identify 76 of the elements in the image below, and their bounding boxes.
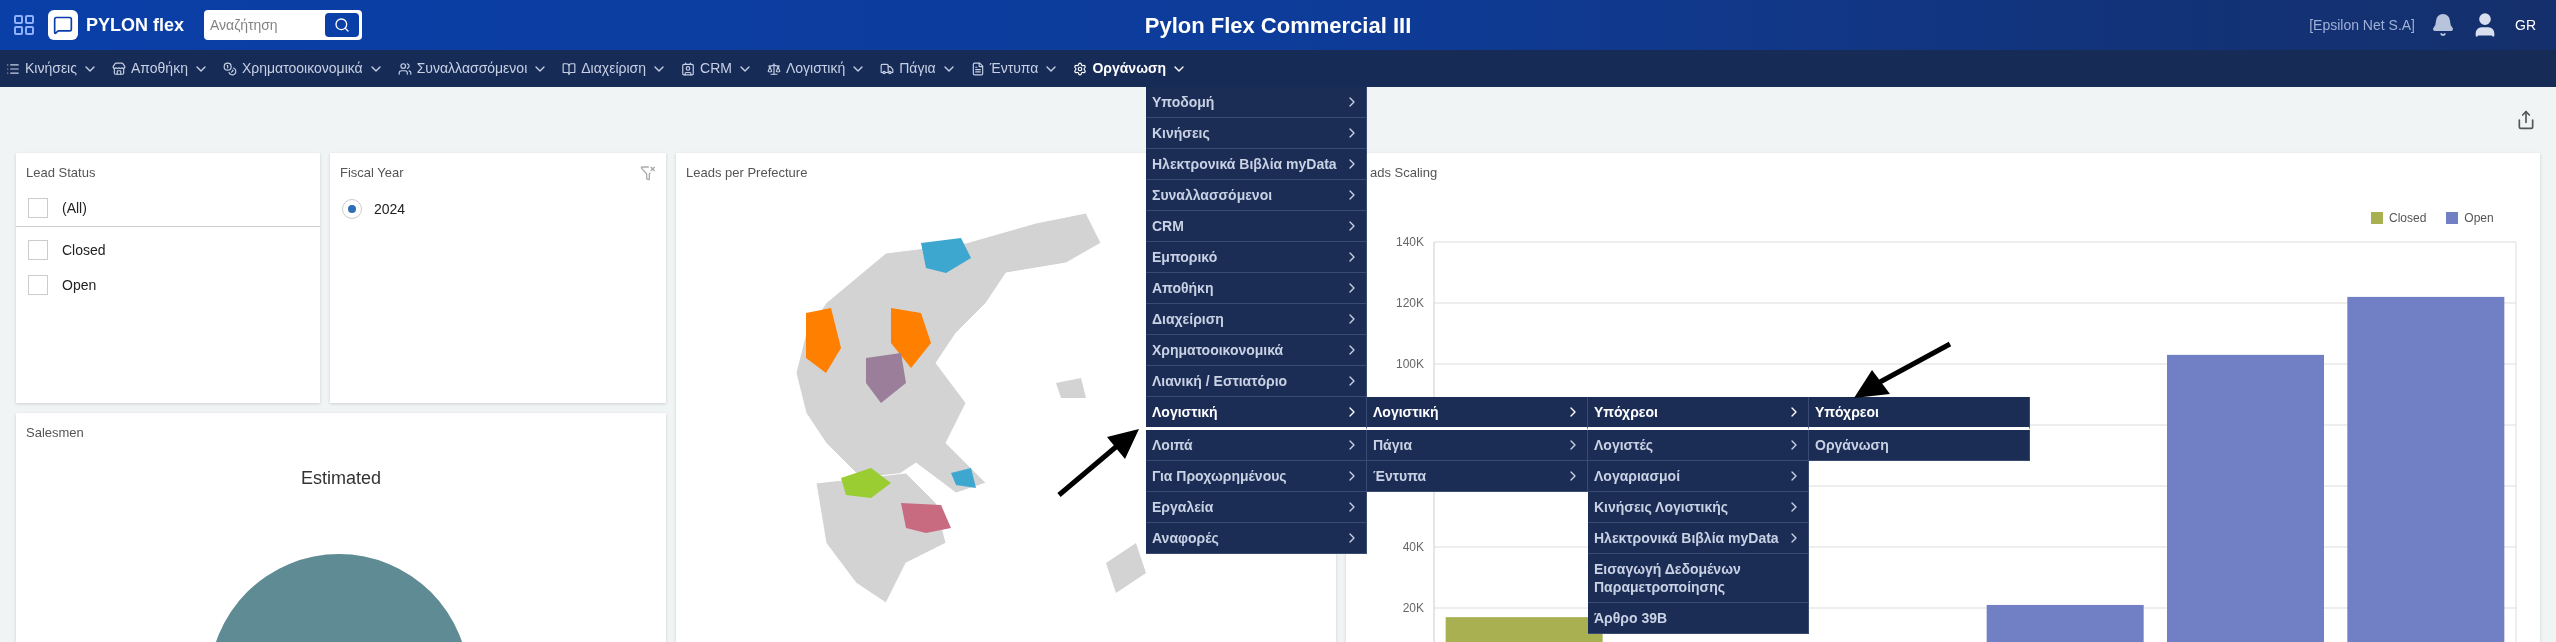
menu-item[interactable]: Έντυπα [1367,461,1588,492]
share-icon[interactable] [2516,110,2536,130]
menu-item[interactable]: Κινήσεις [1146,118,1367,149]
panel-title: Salesmen [26,424,84,442]
axis-label: 120K [1395,296,1424,310]
menu-item[interactable]: Υπόχρεοι [1588,397,1809,430]
nav-icon [6,61,20,76]
menu-item[interactable]: Χρηματοοικονομικά [1146,335,1367,366]
axis-label: 100K [1395,357,1424,371]
nav-menu-item[interactable]: Κινήσεις [6,58,98,79]
nav-icon [112,61,126,76]
menu-item[interactable]: Λοιπά [1146,430,1367,461]
checkbox-label: Closed [62,240,106,260]
nav-menu-item[interactable]: Αποθήκη [112,58,209,79]
nav-icon [222,61,237,76]
menu-item[interactable]: Ηλεκτρονικά Βιβλία myData [1146,149,1367,180]
menu-item[interactable]: Εργαλεία [1146,492,1367,523]
menu-item[interactable]: Οργάνωση [1809,430,2030,461]
menu-item[interactable]: Συναλλασσόμενοι [1146,180,1367,211]
menu-item[interactable]: Άρθρο 39Β [1588,603,1809,634]
checkbox[interactable] [28,275,48,295]
axis-label: 140K [1395,235,1424,249]
menu-item[interactable]: Λογιστές [1588,430,1809,461]
checkbox[interactable] [28,240,48,260]
nav-menu-item[interactable]: Συναλλασσόμενοι [397,58,549,79]
menu-item[interactable]: Πάγια [1367,430,1588,461]
apps-grid-icon[interactable] [12,13,36,37]
axis-label: 40K [1402,540,1424,554]
nav-icon [562,61,577,76]
language-code[interactable]: GR [2515,14,2536,36]
menu-item[interactable]: Λογιστική [1146,397,1367,430]
nav-menu-item[interactable]: Διαχείριση [562,58,668,79]
nav-icon [1073,61,1088,76]
nav-menu-item[interactable]: Λογιστική [766,58,867,79]
menu-item[interactable]: Για Προχωρημένους [1146,461,1367,492]
search-button[interactable] [325,13,360,37]
app-title: Pylon Flex Commercial III [1144,11,1412,40]
checkbox-label: Open [62,275,97,295]
menu-item[interactable]: Αναφορές [1146,523,1367,554]
brand-name: PYLON flex [86,13,185,37]
legend-label: Open [2464,210,2494,227]
panel-title: ads Scaling [1370,164,1438,182]
nav-icon [766,61,781,76]
menu-item[interactable]: Λιανική / Εστιατόριο [1146,366,1367,397]
chart-title: Estimated [300,466,381,490]
nav-menu-item[interactable]: Πάγια [880,58,957,79]
menu-item[interactable]: Αποθήκη [1146,273,1367,304]
nav-icon [970,61,985,76]
menu-item[interactable]: Διαχείριση [1146,304,1367,335]
menu-item[interactable]: Υπόχρεοι [1809,397,2030,430]
axis-label: 20K [1402,601,1424,615]
bell-icon[interactable] [2431,13,2455,37]
menu-item[interactable]: Εισαγωγή Δεδομένων Παραμετροποίησης [1588,554,1809,603]
nav-menu-item[interactable]: Χρηματοοικονομικά [222,58,384,79]
checkbox-label: (All) [62,198,87,218]
menu-item[interactable]: CRM [1146,211,1367,242]
nav-icon [681,61,696,76]
menu-item[interactable]: Κινήσεις Λογιστικής [1588,492,1809,523]
menu-item[interactable]: Λογιστική [1367,397,1588,430]
legend-label: Closed [2389,210,2427,227]
nav-menu-item[interactable]: Έντυπα [970,58,1060,79]
menu-item[interactable]: Υποδομή [1146,87,1367,118]
nav-icon [397,61,412,76]
panel-title: Leads per Prefecture [686,164,808,182]
menu-item[interactable]: Εμπορικό [1146,242,1367,273]
nav-menu-item[interactable]: CRM [681,58,753,79]
search-icon [334,17,351,33]
panel-title: Fiscal Year [340,164,404,182]
menu-item[interactable]: Λογαριασμοί [1588,461,1809,492]
checkbox[interactable] [28,198,48,218]
nav-icon [880,61,895,76]
company-name: [Epsilon Net S.A] [2309,15,2415,35]
menu-item[interactable]: Ηλεκτρονικά Βιβλία myData [1588,523,1809,554]
nav-menu-item[interactable]: Οργάνωση [1073,58,1188,79]
panel-title: Lead Status [26,164,96,182]
radio-label: 2024 [374,199,406,219]
